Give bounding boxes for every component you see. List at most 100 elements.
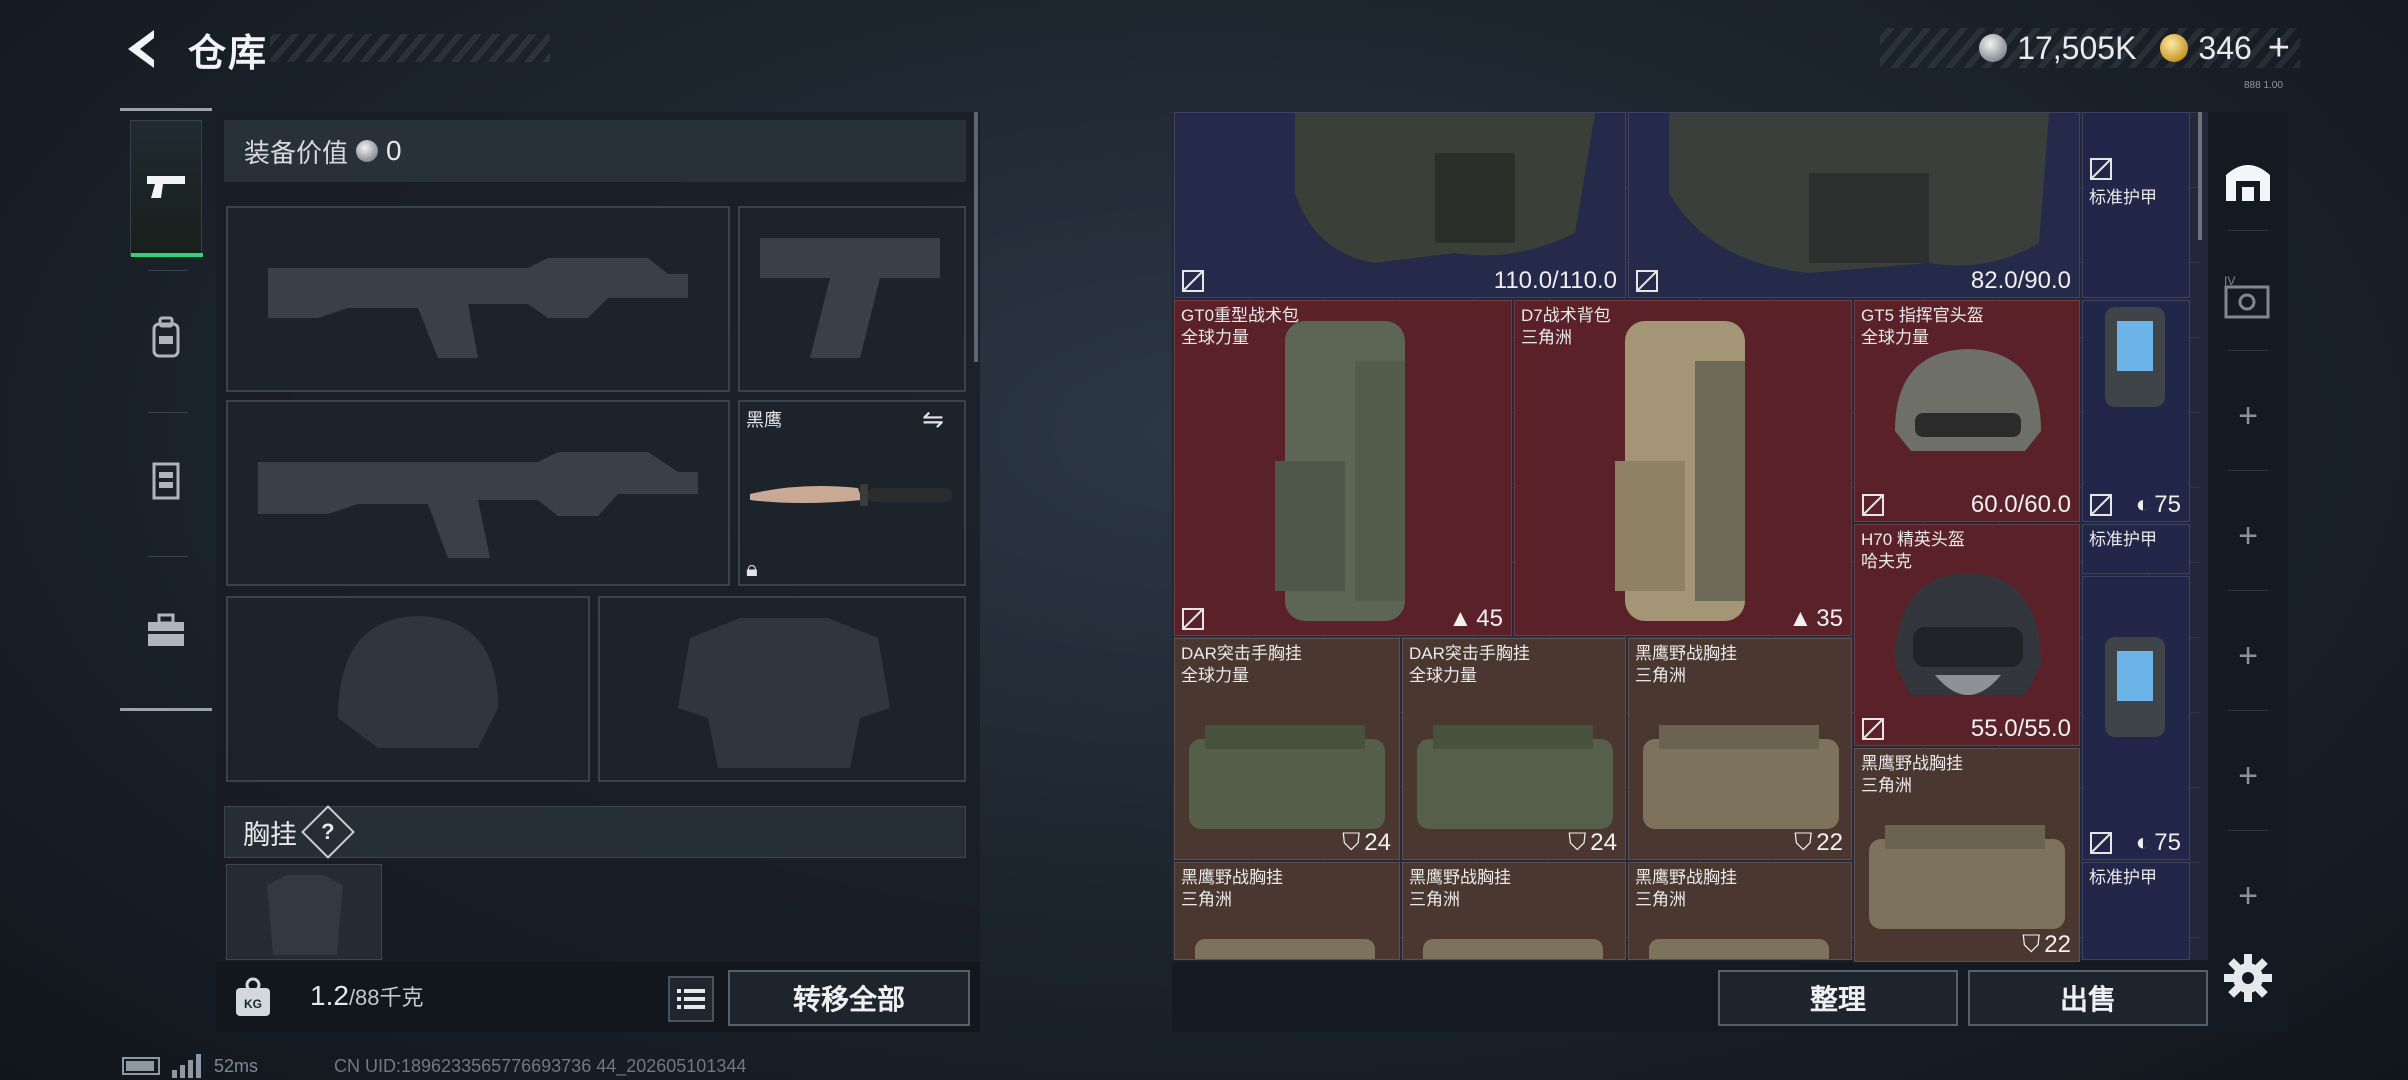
- stash-page-main[interactable]: [2216, 148, 2280, 212]
- add-stash-page-button[interactable]: +: [2228, 516, 2268, 556]
- backpack-capacity-icon: ▲: [1448, 605, 1473, 632]
- rail-bottom-divider: [120, 708, 212, 711]
- no-repair-icon: [1862, 494, 1884, 516]
- backpack-icon: [152, 316, 180, 358]
- no-repair-icon: [2090, 158, 2112, 180]
- stash-item-armor-plate[interactable]: ◐ 75: [2082, 300, 2190, 522]
- chest-rig-silhouette-icon: [267, 875, 343, 955]
- stash-item-backpack[interactable]: D7战术背包 三角洲 ▲ 35: [1514, 300, 1852, 636]
- capacity: ⛉ 24: [1342, 829, 1391, 856]
- backpack-icon: [1615, 321, 1745, 621]
- vest-capacity-icon: ⛉: [1568, 829, 1587, 856]
- stash-item-chest-rig[interactable]: 黑鹰野战胸挂 三角洲: [1174, 862, 1400, 960]
- stash-item-chest-rig[interactable]: 黑鹰野战胸挂 三角洲: [1628, 862, 1852, 960]
- no-repair-icon: [2090, 832, 2112, 854]
- tab-weapons[interactable]: [130, 120, 203, 257]
- weight-current: 1.2: [310, 980, 349, 1011]
- rifle-silhouette-icon: [268, 258, 688, 358]
- chest-rig-slot[interactable]: [226, 864, 382, 960]
- durability: 60.0/60.0: [1970, 491, 2071, 518]
- helmet-icon: [1895, 349, 2041, 451]
- armor-plate-icon: [2105, 637, 2165, 737]
- secure-case-icon: IV: [2224, 274, 2270, 319]
- stash-item-chest-rig[interactable]: 黑鹰野战胸挂 三角洲: [1402, 862, 1626, 960]
- tab-case[interactable]: [130, 562, 202, 698]
- gold-currency-value: 346: [2198, 29, 2252, 66]
- title-stripe-decoration: [270, 34, 550, 62]
- stash-item-armor-plate[interactable]: 标准护甲: [2082, 524, 2190, 574]
- melee-name: 黑鹰: [746, 410, 782, 430]
- vest-capacity-icon: ⛉: [1794, 829, 1813, 856]
- sort-button[interactable]: 整理: [1718, 970, 1958, 1026]
- vest-capacity-icon: ⛉: [1342, 829, 1361, 856]
- chest-rig-icon: [1417, 725, 1613, 829]
- helmet-slot[interactable]: [226, 596, 590, 782]
- briefcase-icon: [148, 613, 184, 646]
- add-stash-page-button[interactable]: +: [2228, 876, 2268, 916]
- pistol-silhouette-icon: [760, 238, 940, 358]
- primary-weapon-slot[interactable]: [226, 206, 730, 392]
- chest-rig-icon: [1649, 939, 1829, 959]
- item-name: 标准护甲: [2089, 188, 2157, 207]
- stash-item-armor[interactable]: 82.0/90.0: [1628, 112, 2080, 298]
- stash-item-armor[interactable]: 110.0/110.0: [1174, 112, 1626, 298]
- durability: 82.0/90.0: [1970, 267, 2071, 294]
- rifle-silhouette-icon: [258, 452, 698, 558]
- durability: 55.0/55.0: [1970, 715, 2071, 742]
- tab-chest-rig[interactable]: [130, 412, 202, 548]
- page-title: 仓库: [188, 33, 269, 75]
- stash-item-chest-rig[interactable]: DAR突击手胸挂 全球力量 ⛉ 24: [1402, 638, 1626, 860]
- no-repair-icon: [1862, 718, 1884, 740]
- stash-item-armor-plate[interactable]: 标准护甲: [2082, 112, 2190, 298]
- stash-item-chest-rig[interactable]: DAR突击手胸挂 全球力量 ⛉ 24: [1174, 638, 1400, 860]
- pistol-icon: [147, 176, 185, 198]
- chest-rig-icon: [152, 462, 180, 500]
- backpack-icon: [1275, 321, 1405, 621]
- chest-rig-header: 胸挂 ?: [224, 805, 966, 859]
- no-repair-icon: [2090, 494, 2112, 516]
- stash-page-secure[interactable]: IV: [2216, 266, 2280, 330]
- equipment-value-label: 装备价值: [244, 137, 349, 168]
- secondary-weapon-slot[interactable]: [226, 400, 730, 586]
- gear-icon[interactable]: [2220, 950, 2276, 1006]
- stash-scrollbar[interactable]: [2198, 112, 2202, 240]
- silver-coin-icon: [1979, 34, 2008, 62]
- stash-item-helmet[interactable]: GT5 指挥官头盔 全球力量 60.0/60.0: [1854, 300, 2080, 522]
- tab-backpack[interactable]: [130, 270, 202, 406]
- signal-icon: [172, 1054, 201, 1078]
- rail-separator: [2228, 230, 2268, 231]
- battery-icon: [122, 1057, 160, 1075]
- swap-icon[interactable]: ⇋: [922, 404, 944, 435]
- armor-level: ◐ 75: [2135, 491, 2181, 518]
- stash-item-helmet[interactable]: H70 精英头盔 哈夫克 55.0/55.0: [1854, 524, 2080, 746]
- stash-item-armor-plate[interactable]: ◐ 75: [2082, 576, 2190, 860]
- chest-rig-icon: [1189, 725, 1385, 829]
- add-stash-page-button[interactable]: +: [2228, 756, 2268, 796]
- back-arrow-icon[interactable]: [118, 24, 168, 74]
- list-view-button[interactable]: [668, 976, 714, 1022]
- rail-separator: [2228, 830, 2268, 831]
- stash-item-chest-rig[interactable]: 黑鹰野战胸挂 三角洲 ⛉ 22: [1628, 638, 1852, 860]
- capacity: ▲ 35: [1788, 605, 1843, 632]
- no-repair-icon: [1182, 270, 1204, 292]
- rail-top-divider: [120, 108, 212, 111]
- rail-separator: [2228, 710, 2268, 711]
- list-icon: [677, 989, 705, 1009]
- weight-max: /88千克: [348, 985, 424, 1010]
- armor-slot[interactable]: [598, 596, 966, 782]
- capacity: ⛉ 22: [2022, 931, 2071, 958]
- add-stash-page-button[interactable]: +: [2228, 636, 2268, 676]
- add-currency-button[interactable]: +: [2268, 29, 2290, 67]
- stash-item-backpack[interactable]: GT0重型战术包 全球力量 ▲ 45: [1174, 300, 1512, 636]
- equipment-value-header: 装备价值 0: [224, 120, 966, 182]
- help-icon[interactable]: ?: [301, 805, 355, 859]
- add-stash-page-button[interactable]: +: [2228, 396, 2268, 436]
- transfer-all-button[interactable]: 转移全部: [728, 970, 970, 1026]
- pistol-slot[interactable]: [738, 206, 966, 392]
- stash-item-chest-rig[interactable]: 黑鹰野战胸挂 三角洲 ⛉ 22: [1854, 748, 2080, 962]
- stash-item-armor-plate[interactable]: 标准护甲: [2082, 862, 2190, 960]
- sell-button[interactable]: 出售: [1968, 970, 2208, 1026]
- backpack-capacity-icon: ▲: [1788, 605, 1813, 632]
- equipment-scrollbar[interactable]: [974, 112, 978, 362]
- capacity: ⛉ 22: [1794, 829, 1843, 856]
